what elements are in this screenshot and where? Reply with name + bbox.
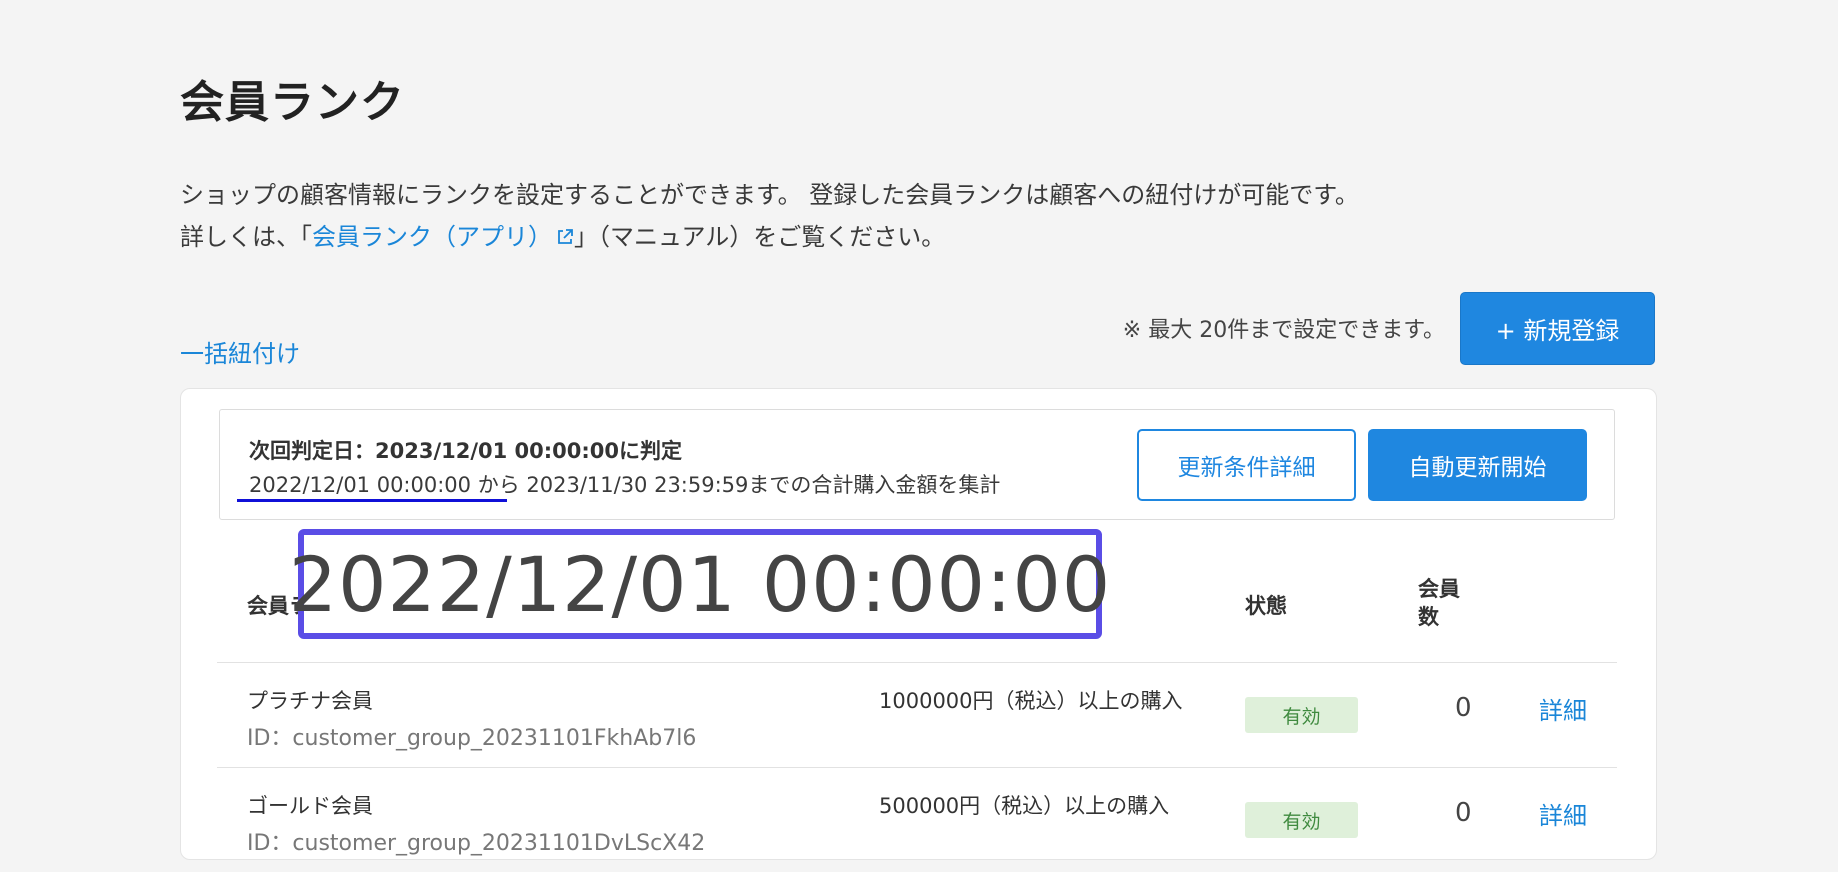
limit-note: ※ 最大 20件まで設定できます。 (1122, 318, 1445, 343)
description-line-1: ショップの顧客情報にランクを設定することができます。 登録した会員ランクは顧客へ… (180, 181, 1359, 209)
description-prefix: 詳しくは、「 (180, 223, 312, 251)
description-suffix: 」（マニュアル）をご覧ください。 (574, 223, 946, 251)
highlight-underline (237, 499, 507, 502)
detail-link[interactable]: 詳細 (1539, 691, 1587, 726)
new-register-button[interactable]: + 新規登録 (1460, 292, 1655, 365)
column-header-count: 会員数 (1418, 577, 1460, 629)
page-description: ショップの顧客情報にランクを設定することができます。 登録した会員ランクは顧客へ… (180, 174, 1359, 258)
update-condition-detail-button[interactable]: 更新条件詳細 (1137, 429, 1356, 501)
rank-id: ID：customer_group_20231101DvLScX42 (247, 831, 706, 856)
external-link-icon (558, 229, 573, 244)
rank-id: ID：customer_group_20231101FkhAb7l6 (247, 726, 697, 751)
manual-link[interactable]: 会員ランク（アプリ） (312, 223, 574, 251)
page-title: 会員ランク (180, 77, 405, 128)
rank-name: プラチナ会員 (247, 689, 373, 713)
bulk-link-button[interactable]: 一括紐付け (180, 334, 300, 369)
description-line-2: 詳しくは、「会員ランク（アプリ） 」（マニュアル）をご覧ください。 (180, 216, 1359, 258)
rank-condition: 1000000円（税込）以上の購入 (879, 689, 1183, 713)
status-badge: 有効 (1245, 697, 1358, 733)
rank-name: ゴールド会員 (247, 794, 373, 818)
table-row: ゴールド会員 ID：customer_group_20231101DvLScX4… (217, 768, 1617, 872)
member-count: 0 (1455, 798, 1472, 828)
manual-link-label: 会員ランク（アプリ） (312, 223, 552, 251)
member-count: 0 (1455, 693, 1472, 723)
aggregation-period: 2022/12/01 00:00:00 から 2023/11/30 23:59:… (249, 473, 1001, 497)
detail-link[interactable]: 詳細 (1539, 796, 1587, 831)
zoom-callout: 2022/12/01 00:00:00 (289, 529, 1110, 639)
column-header-status: 状態 (1245, 594, 1287, 618)
auto-update-start-button[interactable]: 自動更新開始 (1368, 429, 1587, 501)
next-judgement-date: 次回判定日：2023/12/01 00:00:00に判定 (249, 439, 683, 463)
rank-condition: 500000円（税込）以上の購入 (879, 794, 1170, 818)
table-row: プラチナ会員 ID：customer_group_20231101FkhAb7l… (217, 663, 1617, 767)
